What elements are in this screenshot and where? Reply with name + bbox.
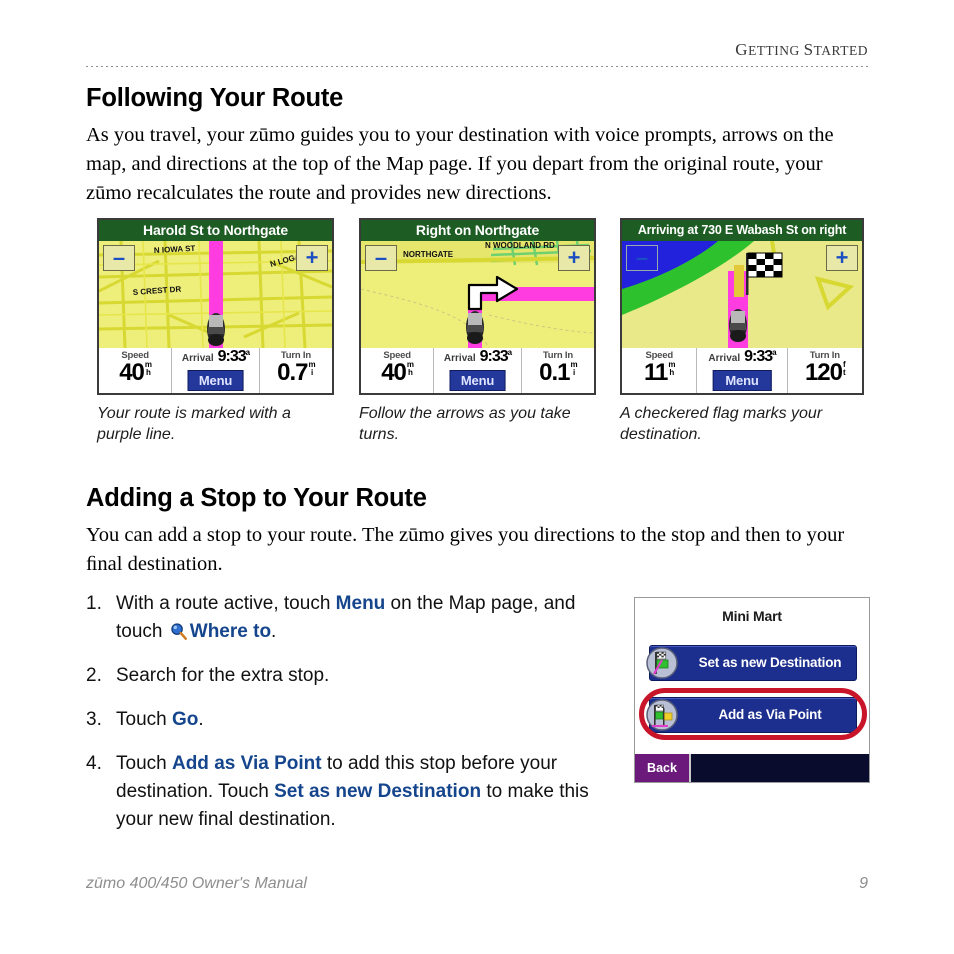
speed-value-3: 11 m h bbox=[643, 359, 676, 386]
step-number: 4. bbox=[86, 753, 102, 774]
running-header-etting: ETTING bbox=[748, 43, 804, 58]
running-header-tarted: TARTED bbox=[813, 43, 868, 58]
list-item: 4. Touch Add as Via Point to add this sto… bbox=[86, 750, 616, 834]
step-text: With a route active, touch Menu on the M… bbox=[116, 593, 576, 642]
turn-panel-1: Turn In 0.7 m i bbox=[260, 348, 332, 393]
list-item: 1. With a route active, touch Menu on the… bbox=[86, 590, 616, 646]
arrival-label-1: Arrival bbox=[181, 353, 214, 364]
vehicle-marker-2 bbox=[466, 311, 484, 344]
list-item: 3. Touch Go. bbox=[86, 706, 616, 734]
steps-list: 1. With a route active, touch Menu on the… bbox=[86, 590, 616, 850]
arrival-value-2: 9:33a bbox=[479, 348, 513, 365]
zoom-in-button-3[interactable]: + bbox=[826, 245, 858, 271]
speed-value-2: 40 m h bbox=[381, 359, 414, 386]
status-bar-3: Speed 11 m h Arrival 9:33a Menu Turn In 120… bbox=[622, 348, 862, 393]
intro-paragraph: As you travel, your zūmo guides you to y… bbox=[86, 124, 834, 204]
arrival-label-2: Arrival bbox=[443, 353, 476, 364]
manual-page: GETTING STARTED Following Your Route As … bbox=[0, 0, 954, 954]
svg-text:N WOODLAND RD: N WOODLAND RD bbox=[485, 241, 555, 250]
vehicle-marker-3 bbox=[729, 309, 747, 342]
mini-mart-screenshot: Mini Mart Set as new Destination Add as … bbox=[634, 597, 870, 783]
figure-caption-3: A checkered flag marks your destination. bbox=[620, 405, 823, 443]
figure-caption-1: Your route is marked with a purple line. bbox=[97, 405, 291, 443]
route-title-bar-1: Harold St to Northgate bbox=[99, 220, 332, 241]
vehicle-marker-1 bbox=[207, 313, 225, 346]
set-as-new-destination-label: Set as new Destination bbox=[698, 655, 842, 670]
header-divider bbox=[86, 66, 868, 67]
speed-panel-2: Speed 40 m h bbox=[361, 348, 433, 393]
step-number: 3. bbox=[86, 709, 102, 730]
menu-button-3[interactable]: Menu bbox=[712, 370, 772, 391]
svg-text:NORTHGATE: NORTHGATE bbox=[403, 250, 454, 259]
arrival-panel-2: Arrival 9:33a Menu bbox=[433, 348, 522, 393]
speed-value-1: 40 m h bbox=[119, 359, 152, 386]
ui-term: Where to bbox=[189, 621, 272, 642]
running-header-s: S bbox=[803, 40, 814, 59]
turn-value-2: 0.1 m i bbox=[539, 359, 578, 386]
step-number: 1. bbox=[86, 593, 102, 614]
route-title-bar-3: Arriving at 730 E Wabash St on right bbox=[622, 220, 862, 241]
ui-term: Set as new Destination bbox=[274, 781, 482, 802]
arrival-panel-3: Arrival 9:33a Menu bbox=[696, 348, 787, 393]
zoom-in-button-1[interactable]: + bbox=[296, 245, 328, 271]
speed-panel-3: Speed 11 m h bbox=[622, 348, 696, 393]
arrival-value-3: 9:33a bbox=[744, 348, 777, 365]
map-canvas-2: NORTHGATE N WOODLAND RD – + bbox=[361, 241, 594, 348]
speed-panel-1: Speed 40 m h bbox=[99, 348, 171, 393]
running-header: GETTING STARTED bbox=[86, 40, 868, 60]
list-item: 2. Search for the extra stop. bbox=[86, 662, 616, 690]
turn-panel-3: Turn In 120 f t bbox=[788, 348, 862, 393]
running-header-text: GETTING STARTED bbox=[735, 40, 868, 59]
back-button[interactable]: Back bbox=[635, 754, 691, 782]
ui-term: Go bbox=[171, 709, 199, 730]
footer-page-number: 9 bbox=[859, 875, 868, 892]
section-heading-2: Adding a Stop to Your Route bbox=[86, 484, 427, 512]
route-title-bar-2: Right on Northgate bbox=[361, 220, 594, 241]
figure-caption-2: Follow the arrows as you take turns. bbox=[359, 405, 571, 443]
gps-screenshot-1: N IOWA ST N LOGAN ST S CREST DR – + Haro… bbox=[97, 218, 334, 395]
gps-screenshot-2: NORTHGATE N WOODLAND RD – + Right on Nor… bbox=[359, 218, 596, 395]
destination-flag-icon bbox=[646, 647, 678, 679]
mini-mart-title: Mini Mart bbox=[722, 608, 782, 624]
search-icon bbox=[169, 622, 188, 641]
page-title: Following Your Route bbox=[86, 84, 344, 112]
highlight-oval bbox=[639, 688, 867, 740]
running-header-g: G bbox=[735, 40, 749, 59]
gps-screenshot-3: – + Arriving at 730 E Wabash St on right… bbox=[620, 218, 864, 395]
arrival-value-1: 9:33a bbox=[217, 348, 251, 365]
zoom-in-button-2[interactable]: + bbox=[558, 245, 590, 271]
ui-term: Menu bbox=[335, 593, 386, 614]
zoom-out-button-1[interactable]: – bbox=[103, 245, 135, 271]
arrival-panel-1: Arrival 9:33a Menu bbox=[171, 348, 260, 393]
page-footer: zūmo 400/450 Owner's Manual 9 bbox=[86, 875, 868, 897]
turn-value-1: 0.7 m i bbox=[277, 359, 316, 386]
zoom-out-button-2[interactable]: – bbox=[365, 245, 397, 271]
menu-button-2[interactable]: Menu bbox=[449, 370, 506, 391]
step-number: 2. bbox=[86, 665, 102, 686]
turn-value-3: 120 f t bbox=[804, 359, 846, 386]
status-bar-2: Speed 40 m h Arrival 9:33a Menu Turn In 0.1… bbox=[361, 348, 594, 393]
step-text: Search for the extra stop. bbox=[116, 665, 330, 686]
map-canvas-3: – + bbox=[622, 241, 862, 348]
status-bar-1: Speed 40 m h Arrival 9:33a Menu Turn In 0.7… bbox=[99, 348, 332, 393]
section-2-paragraph: You can add a stop to your route. The zū… bbox=[86, 524, 845, 575]
step-text: Touch Go. bbox=[116, 709, 204, 730]
set-as-new-destination-button[interactable]: Set as new Destination bbox=[646, 645, 857, 681]
menu-button-1[interactable]: Menu bbox=[187, 370, 244, 391]
map-canvas-1: N IOWA ST N LOGAN ST S CREST DR – + bbox=[99, 241, 332, 348]
zoom-out-button-3[interactable]: – bbox=[626, 245, 658, 271]
ui-term: Add as Via Point bbox=[171, 753, 322, 774]
turn-panel-2: Turn In 0.1 m i bbox=[522, 348, 594, 393]
arrival-label-3: Arrival bbox=[708, 353, 741, 364]
step-text: Touch Add as Via Point to add this stop … bbox=[116, 753, 589, 830]
footer-manual-title: zūmo 400/450 Owner's Manual bbox=[86, 875, 307, 892]
